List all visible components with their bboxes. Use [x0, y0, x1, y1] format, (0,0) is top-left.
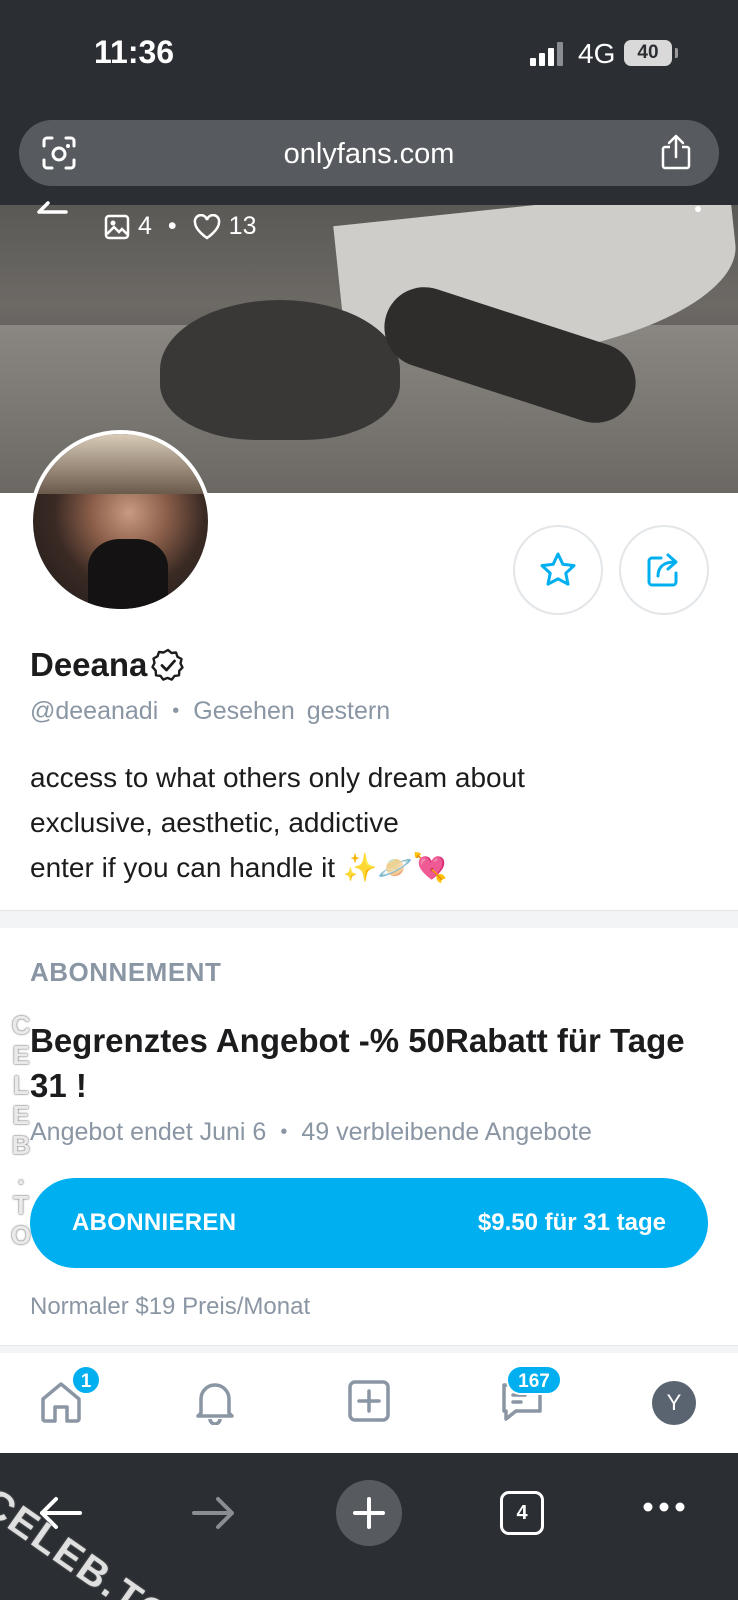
more-vertical-icon[interactable] [694, 205, 702, 225]
last-seen-label: Gesehen [193, 697, 295, 725]
offer-ends: Angebot endet Juni 6 [30, 1118, 267, 1146]
profile-handle[interactable]: @deeanadi [30, 697, 158, 726]
profile-meta: @deeanadi • Gesehen gestern [30, 697, 390, 726]
avatar-photo-outfit [88, 539, 168, 609]
share-box-icon [647, 553, 678, 587]
separator-dot: • [167, 212, 177, 240]
bell-icon [196, 1383, 234, 1425]
more-horizontal-icon [643, 1502, 685, 1512]
bio-line: exclusive, aesthetic, addictive [30, 807, 399, 838]
watermark-vertical-text: CELEB.TO [6, 1010, 36, 1250]
share-profile-button[interactable] [619, 525, 709, 615]
avatar[interactable] [29, 430, 212, 613]
subscribe-button-label: ABONNIEREN [72, 1209, 237, 1236]
battery-icon: 40 [624, 40, 678, 66]
separator-dot: • [280, 1121, 288, 1143]
forward-arrow-icon [192, 1497, 234, 1529]
verified-icon [151, 648, 185, 681]
profile-name-text: Deeana [30, 646, 148, 683]
new-tab-icon [353, 1497, 385, 1529]
bio-line: access to what others only dream about [30, 762, 525, 793]
favorite-button[interactable] [513, 525, 603, 615]
url-text[interactable]: onlyfans.com [19, 138, 719, 171]
nav-profile-avatar[interactable]: Y [652, 1381, 696, 1425]
signal-icon [530, 42, 566, 66]
tabs-icon: 4 [500, 1491, 544, 1535]
subscribe-button-price: $9.50 für 31 tage [477, 1209, 666, 1236]
star-icon [540, 552, 576, 586]
profile-bio: access to what others only dream about e… [30, 755, 525, 890]
cover-stats: 4 • 13 [104, 212, 256, 241]
address-bar[interactable]: onlyfans.com [19, 120, 719, 186]
image-icon [104, 214, 130, 239]
avatar-photo-top [33, 434, 208, 494]
subscription-section-title: ABONNEMENT [30, 957, 222, 987]
offer-meta: Angebot endet Juni 6 • 49 verbleibende A… [30, 1118, 592, 1147]
new-tab-button[interactable] [336, 1480, 402, 1546]
heart-icon [193, 213, 221, 240]
watermark-vertical: CELEB.TO [6, 1010, 36, 1256]
app-bottom-nav: 1 167 Y [0, 1353, 738, 1453]
last-seen-value: gestern [306, 697, 391, 725]
likes-count: 13 [228, 212, 257, 240]
section-divider [0, 910, 738, 928]
browser-forward-button[interactable] [190, 1493, 238, 1533]
media-count: 4 [138, 212, 152, 240]
messages-badge: 167 [506, 1365, 562, 1395]
section-divider [0, 1345, 738, 1353]
share-icon[interactable] [659, 133, 693, 171]
nav-notifications[interactable] [185, 1371, 245, 1431]
nav-home[interactable]: 1 [31, 1365, 101, 1431]
bio-line: enter if you can handle it ✨🪐💘 [30, 852, 448, 883]
profile-name: Deeana [30, 646, 185, 684]
network-type: 4G [578, 38, 616, 69]
status-bar: 11:36 4G 40 [0, 0, 738, 110]
browser-address-area: onlyfans.com [0, 110, 738, 205]
subscribe-button[interactable]: ABONNIEREN $9.50 für 31 tage [30, 1178, 708, 1268]
tabs-button[interactable]: 4 [500, 1491, 544, 1535]
add-post-icon [348, 1380, 390, 1422]
offer-title: Begrenztes Angebot -% 50Rabatt für Tage … [30, 1022, 685, 1104]
offers-left: 49 verbleibende Angebote [301, 1118, 592, 1146]
back-arrow-icon[interactable] [36, 200, 68, 224]
regular-price: Normaler $19 Preis/Monat [30, 1293, 311, 1320]
status-time: 11:36 [94, 34, 175, 70]
browser-menu-button[interactable] [642, 1501, 686, 1513]
separator-dot: • [172, 700, 180, 722]
nav-messages[interactable]: 167 [492, 1365, 562, 1431]
cover-photo-figure [160, 300, 400, 440]
nav-add-post[interactable] [339, 1371, 399, 1431]
home-badge: 1 [71, 1365, 101, 1395]
